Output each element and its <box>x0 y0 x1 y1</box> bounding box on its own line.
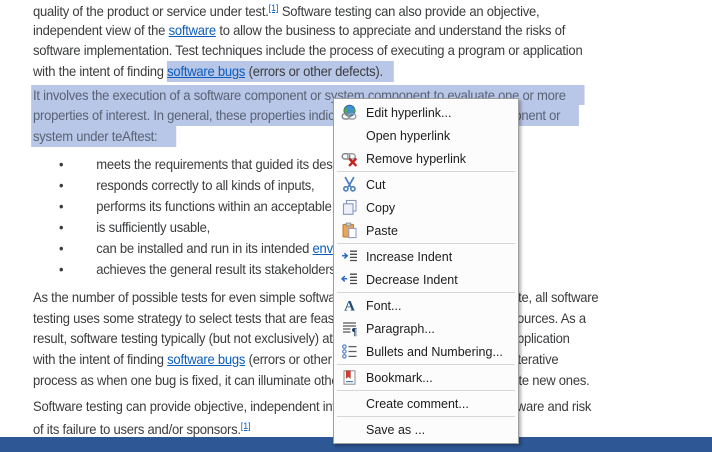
text-run: responds correctly to all kinds of input… <box>96 177 314 193</box>
menu-item-edit-hyperlink[interactable]: Edit hyperlink... <box>334 101 518 124</box>
menu-item-label: Copy <box>366 201 395 215</box>
text-run: to allow the business to appreciate and … <box>216 22 565 38</box>
bullet-glyph: • <box>33 196 96 217</box>
text-run: Software testing can also provide an obj… <box>278 3 539 19</box>
no-icon <box>340 127 358 144</box>
menu-item-label: Remove hyperlink <box>366 152 466 166</box>
menu-separator <box>337 416 515 417</box>
hyperlink[interactable]: software <box>169 22 216 38</box>
menu-item-label: Font... <box>366 299 401 313</box>
menu-item-increase-indent[interactable]: Increase Indent <box>334 245 518 268</box>
menu-item-decrease-indent[interactable]: Decrease Indent <box>334 268 518 291</box>
menu-item-paragraph[interactable]: ¶ Paragraph... <box>334 317 518 340</box>
font-icon: A <box>340 297 358 314</box>
menu-item-save-as[interactable]: Save as ... <box>334 418 518 441</box>
text-line: software implementation. Test techniques… <box>33 40 684 61</box>
bullets-numbering-icon <box>340 343 358 360</box>
menu-item-label: Open hyperlink <box>366 129 450 143</box>
menu-item-cut[interactable]: Cut <box>334 173 518 196</box>
context-menu: Edit hyperlink... Open hyperlink Remove h… <box>333 98 519 444</box>
bullet-glyph: • <box>33 259 96 280</box>
cut-icon <box>340 176 358 193</box>
reference-link[interactable]: [1] <box>241 421 251 432</box>
selected-text-line: system under teAftest: <box>31 126 176 147</box>
text-line: performs its functions within an accepta… <box>96 196 362 217</box>
decrease-indent-icon <box>340 271 358 288</box>
increase-indent-icon <box>340 248 358 265</box>
bullet-glyph: • <box>33 238 96 259</box>
menu-item-label: Save as ... <box>366 423 425 437</box>
menu-item-label: Cut <box>366 178 385 192</box>
no-icon <box>340 421 358 438</box>
bullet-glyph: • <box>33 217 96 238</box>
text-run: quality of the product or service under … <box>33 3 269 19</box>
highlighted-text: (errors or other defects). <box>245 61 394 82</box>
text-run: can be installed and run in its intended <box>96 240 312 256</box>
menu-item-copy[interactable]: Copy <box>334 196 518 219</box>
menu-separator <box>337 292 515 293</box>
text-line: independent view of the software to allo… <box>33 20 684 41</box>
menu-item-bookmark[interactable]: Bookmark... <box>334 366 518 389</box>
menu-item-label: Bullets and Numbering... <box>366 345 503 359</box>
bullet-glyph: • <box>33 175 96 196</box>
reference-link[interactable]: [1] <box>269 3 279 14</box>
text-run: system under teAftest: <box>33 128 157 144</box>
menu-item-open-hyperlink[interactable]: Open hyperlink <box>334 124 518 147</box>
menu-item-label: Increase Indent <box>366 250 452 264</box>
menu-item-create-comment[interactable]: Create comment... <box>334 392 518 415</box>
hyperlink[interactable]: software bugs <box>167 351 245 367</box>
text-run: of its failure to users and/or sponsors. <box>33 421 241 437</box>
menu-separator <box>337 364 515 365</box>
menu-separator <box>337 243 515 244</box>
text-run: is sufficiently usable, <box>96 219 210 235</box>
text-line: quality of the product or service under … <box>33 0 684 20</box>
menu-item-font[interactable]: A Font... <box>334 294 518 317</box>
menu-item-remove-hyperlink[interactable]: Remove hyperlink <box>334 147 518 170</box>
hyperlink[interactable]: software bugs <box>167 61 245 82</box>
text-run: independent view of the <box>33 22 169 38</box>
menu-item-label: Bookmark... <box>366 371 433 385</box>
menu-item-label: Paragraph... <box>366 322 435 336</box>
bullet-glyph: • <box>33 154 96 175</box>
text-line: with the intent of finding software bugs… <box>33 61 684 82</box>
paste-icon <box>340 222 358 239</box>
text-run: performs its functions within an accepta… <box>96 198 362 214</box>
svg-text:A: A <box>344 299 355 315</box>
menu-item-bullets-and-numbering[interactable]: Bullets and Numbering... <box>334 340 518 363</box>
no-icon <box>340 395 358 412</box>
svg-text:¶: ¶ <box>351 327 357 337</box>
text-run: with the intent of finding <box>33 63 167 79</box>
menu-separator <box>337 171 515 172</box>
menu-item-label: Edit hyperlink... <box>366 106 451 120</box>
edit-hyperlink-icon <box>340 104 358 121</box>
menu-item-label: Paste <box>366 224 398 238</box>
document-canvas: quality of the product or service under … <box>0 0 712 452</box>
menu-item-label: Create comment... <box>366 397 469 411</box>
menu-separator <box>337 390 515 391</box>
menu-item-label: Decrease Indent <box>366 273 458 287</box>
remove-hyperlink-icon <box>340 150 358 167</box>
paragraph-icon: ¶ <box>340 320 358 337</box>
text-line: responds correctly to all kinds of input… <box>96 175 314 196</box>
text-run: software implementation. Test techniques… <box>33 42 582 58</box>
context-menu-items: Edit hyperlink... Open hyperlink Remove h… <box>334 101 518 441</box>
menu-item-paste[interactable]: Paste <box>334 219 518 242</box>
text-line: is sufficiently usable, <box>96 217 210 238</box>
copy-icon <box>340 199 358 216</box>
paragraph-1[interactable]: quality of the product or service under … <box>33 0 684 82</box>
bookmark-icon <box>340 369 358 386</box>
text-run: with the intent of finding <box>33 351 167 367</box>
